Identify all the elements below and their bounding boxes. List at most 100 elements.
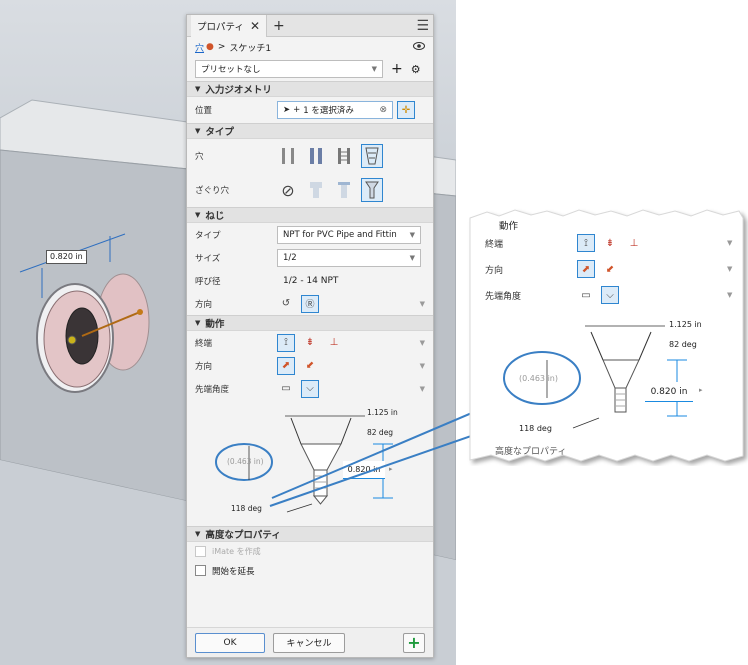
- properties-panel: プロパティ ✕ + ☰ 穴 ● > スケッチ1 プリセットなし ▼ + ⚙ ▼ …: [186, 14, 434, 658]
- extend-row: 開始を延長: [187, 561, 433, 580]
- section-behavior[interactable]: ▼ 動作: [187, 315, 433, 331]
- thread-type-value: NPT for PVC Pipe and Fittin: [283, 229, 397, 240]
- imate-checkbox[interactable]: [195, 546, 206, 557]
- callout-tip-angle-label: 先端角度: [485, 291, 522, 302]
- depth-input[interactable]: 0.820 in: [343, 461, 385, 479]
- tip-angle-label: 先端角度: [195, 384, 230, 395]
- chevron-down-icon: ▼: [371, 65, 377, 73]
- close-icon[interactable]: ✕: [250, 19, 260, 33]
- cancel-button[interactable]: キャンセル: [273, 632, 345, 653]
- gear-icon[interactable]: ⚙: [411, 63, 421, 76]
- breadcrumb-feature[interactable]: 穴: [195, 41, 204, 54]
- flat-tip-icon[interactable]: ▭: [277, 380, 295, 398]
- simple-hole-icon[interactable]: [277, 144, 299, 168]
- ok-button[interactable]: OK: [195, 632, 265, 653]
- seat-type-label: ざぐり穴: [195, 186, 230, 196]
- clearance-hole-icon[interactable]: [305, 144, 327, 168]
- section-advanced[interactable]: ▼ 高度なプロパティ: [187, 526, 433, 542]
- tab-properties[interactable]: プロパティ ✕: [191, 14, 267, 37]
- callout-tip-angle: 118 deg: [519, 424, 552, 433]
- collapse-triangle-icon: ▼: [195, 85, 201, 93]
- spotface-icon[interactable]: [333, 178, 355, 202]
- tab-properties-label: プロパティ: [197, 21, 244, 33]
- no-seat-icon[interactable]: ⊘: [277, 178, 299, 202]
- hole-type-row: 穴: [187, 139, 433, 173]
- hole-diagram: 1.125 in 82 deg (0.463 in) 0.820 in ▸ 11…: [187, 400, 433, 522]
- counterbore-icon[interactable]: [305, 178, 327, 202]
- collapse-triangle-icon: ▼: [195, 530, 201, 538]
- dimension-label[interactable]: 0.820 in: [46, 250, 87, 264]
- chevron-down-icon[interactable]: ▼: [420, 300, 425, 308]
- callout-direction-label: 方向: [485, 265, 504, 276]
- section-type[interactable]: ▼ タイプ: [187, 123, 433, 139]
- callout-depth-value: 0.820 in: [650, 386, 688, 397]
- position-label: 位置: [195, 106, 213, 116]
- chevron-down-icon: ▼: [727, 265, 733, 273]
- countersink-angle-dimension: 82 deg: [367, 428, 394, 437]
- direction-default-icon[interactable]: ⬈: [277, 356, 295, 375]
- preset-dropdown[interactable]: プリセットなし ▼: [195, 60, 383, 78]
- breadcrumb: 穴 ● > スケッチ1: [187, 37, 433, 57]
- depth-expand-icon[interactable]: ▸: [389, 465, 393, 473]
- seat-type-row: ざぐり穴 ⊘: [187, 173, 433, 207]
- left-hand-icon[interactable]: ↺: [277, 295, 295, 313]
- callout-depth-input: 0.820 in: [645, 382, 693, 402]
- callout-footer: 高度なプロパティ: [495, 447, 567, 457]
- section-advanced-title: 高度なプロパティ: [205, 530, 281, 541]
- distance-icon: ⟟: [577, 234, 595, 252]
- distance-icon[interactable]: ⟟: [277, 333, 295, 352]
- right-hand-icon[interactable]: Ⓡ: [301, 294, 319, 313]
- menu-icon[interactable]: ☰: [416, 18, 429, 34]
- countersink-icon[interactable]: [361, 178, 383, 202]
- tapped-hole-icon[interactable]: [333, 144, 355, 168]
- visibility-eye-icon[interactable]: [413, 41, 425, 53]
- chevron-down-icon: ▼: [409, 253, 415, 262]
- thread-type-label: タイプ: [195, 230, 221, 241]
- depth-value: 0.820 in: [347, 465, 381, 474]
- callout-termination-row: 終端 ⟟ ⇟ ⊥ ▼: [485, 234, 732, 252]
- thread-size-dropdown[interactable]: 1/2 ▼: [277, 248, 421, 267]
- thread-direction-row: 方向 ↺ Ⓡ ▼: [187, 292, 433, 315]
- add-point-icon[interactable]: ✛: [397, 101, 415, 119]
- callout-depth-ref: (0.463 in): [519, 374, 558, 383]
- callout-tip-angle-row: 先端角度 ▭ ⌵ ▼: [485, 286, 732, 304]
- cursor-icon: ➤: [283, 105, 291, 115]
- callout-expand-icon: ▸: [699, 386, 703, 394]
- hole-type-label: 穴: [195, 152, 204, 162]
- add-tab-icon[interactable]: +: [273, 18, 285, 34]
- section-input-geometry[interactable]: ▼ 入力ジオメトリ: [187, 81, 433, 97]
- depth-reference-dimension: (0.463 in): [227, 457, 264, 466]
- zoom-callout: 動作 終端 ⟟ ⇟ ⊥ ▼ 方向 ⬈ ⬋ ▼ 先端角度 ▭ ⌵ ▼ 1.125 …: [467, 206, 748, 466]
- add-plus-icon[interactable]: +: [403, 632, 425, 653]
- extend-start-checkbox[interactable]: [195, 565, 206, 576]
- through-all-icon[interactable]: ⇟: [301, 334, 319, 352]
- hole-profile-graphic: [215, 415, 393, 513]
- callout-direction-row: 方向 ⬈ ⬋ ▼: [485, 260, 732, 278]
- to-face-icon[interactable]: ⊥: [325, 334, 343, 352]
- angle-tip-icon: ⌵: [601, 286, 619, 304]
- chevron-down-icon[interactable]: ▼: [420, 385, 425, 393]
- thread-size-label: サイズ: [195, 253, 221, 264]
- callout-content: 動作 終端 ⟟ ⇟ ⊥ ▼ 方向 ⬈ ⬋ ▼ 先端角度 ▭ ⌵ ▼ 1.125 …: [473, 220, 733, 458]
- section-input-geometry-title: 入力ジオメトリ: [205, 85, 272, 96]
- angle-tip-icon[interactable]: ⌵: [301, 379, 319, 398]
- chevron-down-icon[interactable]: ▼: [420, 339, 425, 347]
- selection-count: 1 を選択済み: [303, 106, 354, 116]
- position-row: 位置 ➤ + 1 を選択済み ⊗ ✛: [187, 97, 433, 123]
- chevron-down-icon: ▼: [727, 291, 733, 299]
- chevron-down-icon: ▼: [409, 230, 415, 239]
- thread-type-dropdown[interactable]: NPT for PVC Pipe and Fittin ▼: [277, 225, 421, 244]
- thread-type-row: タイプ NPT for PVC Pipe and Fittin ▼: [187, 223, 433, 246]
- position-selector[interactable]: ➤ + 1 を選択済み ⊗: [277, 101, 393, 119]
- to-face-icon: ⊥: [629, 237, 639, 249]
- taper-tapped-hole-icon[interactable]: [361, 144, 383, 168]
- designation-value: 1/2 - 14 NPT: [283, 275, 339, 286]
- direction-flip-icon[interactable]: ⬋: [301, 357, 319, 375]
- callout-top-width: 1.125 in: [669, 320, 702, 329]
- add-preset-icon[interactable]: +: [391, 61, 403, 77]
- behavior-direction-label: 方向: [195, 361, 213, 372]
- clear-selection-icon[interactable]: ⊗: [379, 105, 387, 115]
- chevron-down-icon[interactable]: ▼: [420, 362, 425, 370]
- section-thread[interactable]: ▼ ねじ: [187, 207, 433, 223]
- panel-tabbar: プロパティ ✕ + ☰: [187, 14, 433, 37]
